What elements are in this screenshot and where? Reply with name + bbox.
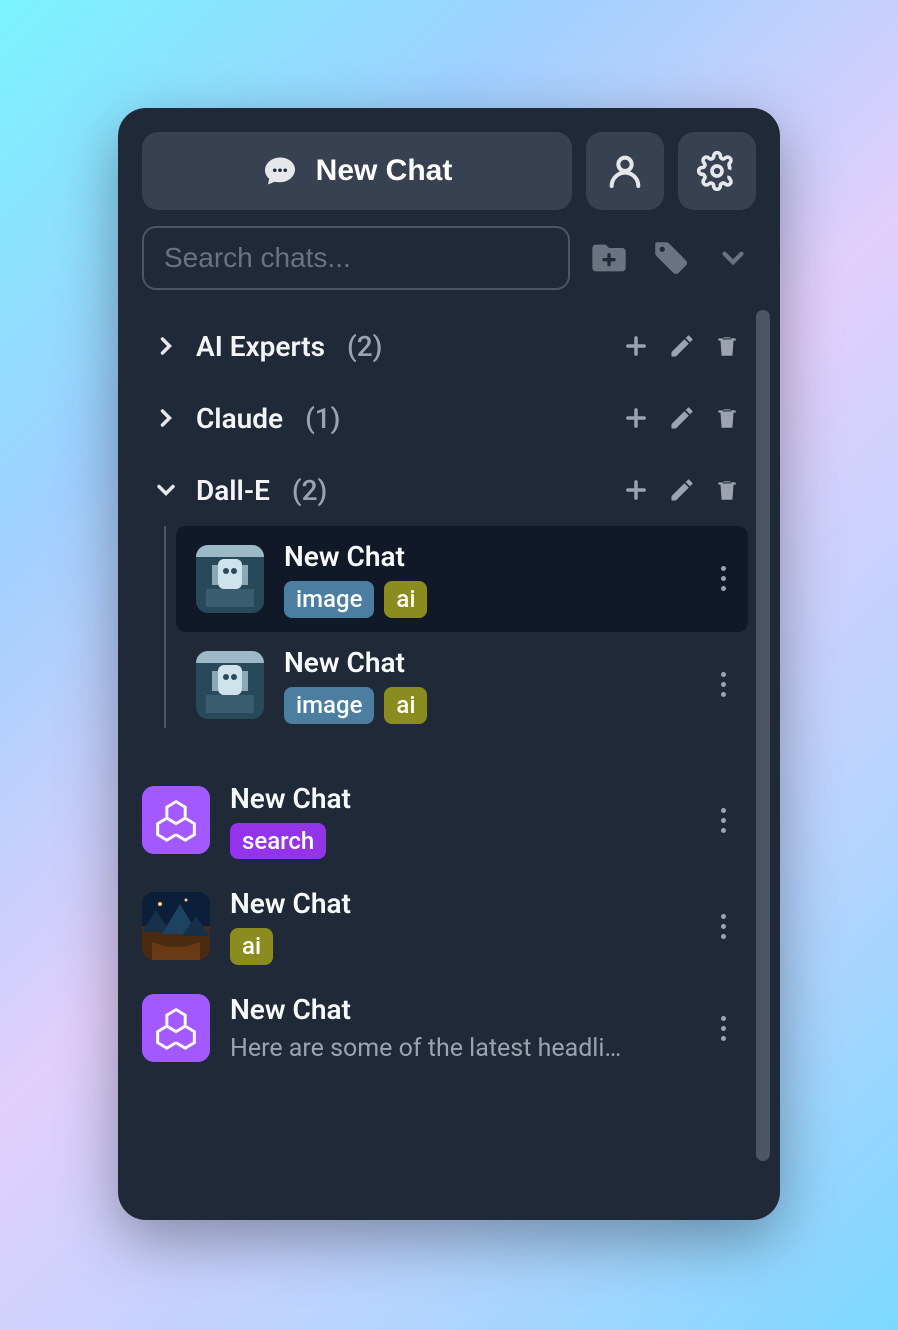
folder-edit-button[interactable] (668, 332, 696, 360)
fantasy-art-icon (142, 892, 210, 960)
chevron-right-icon (152, 332, 180, 360)
scrollbar[interactable] (756, 310, 770, 1196)
chat-text: New Chat ai (230, 887, 691, 965)
folder-delete-button[interactable] (714, 404, 740, 432)
folder-count: (2) (292, 474, 327, 507)
folder-row[interactable]: Dall-E (2) (142, 454, 748, 526)
folder-count: (1) (305, 402, 340, 435)
search-input[interactable] (142, 226, 570, 290)
pencil-icon (668, 332, 696, 360)
avatar-fantasy (142, 892, 210, 960)
folder-plus-icon (586, 238, 632, 278)
expand-toggle[interactable] (710, 235, 756, 281)
chat-tags: search (230, 823, 691, 860)
chat-item[interactable]: New Chat search (142, 768, 748, 874)
plus-icon (622, 332, 650, 360)
folder-edit-button[interactable] (668, 476, 696, 504)
folder-delete-button[interactable] (714, 332, 740, 360)
chat-item[interactable]: New Chat Here are some of the latest head… (142, 979, 748, 1077)
chat-list: AI Experts (2) Claude (1) Dall-E (2) New… (142, 310, 770, 1196)
folder-actions (622, 476, 740, 504)
tree-line (164, 526, 166, 728)
robot-art-icon (196, 651, 264, 719)
folder-name: Dall-E (196, 474, 270, 507)
chat-more-button[interactable] (711, 556, 736, 601)
chat-item[interactable]: New Chat ai (142, 873, 748, 979)
chat-tag: image (284, 581, 374, 618)
folder-name: Claude (196, 402, 283, 435)
folder-add-button[interactable] (622, 332, 650, 360)
avatar-openai (142, 994, 210, 1062)
chevron-down-icon (716, 241, 750, 275)
scrollbar-thumb[interactable] (756, 310, 770, 1161)
chat-text: New Chat imageai (284, 646, 691, 724)
chat-title: New Chat (284, 540, 691, 573)
chat-tag: ai (230, 928, 273, 965)
chat-text: New Chat imageai (284, 540, 691, 618)
chat-text: New Chat Here are some of the latest head… (230, 993, 691, 1063)
chat-title: New Chat (230, 993, 691, 1026)
folder-delete-button[interactable] (714, 476, 740, 504)
chevron-down-icon (152, 476, 180, 504)
folder-row[interactable]: AI Experts (2) (142, 310, 748, 382)
pencil-icon (668, 476, 696, 504)
chat-tag: ai (384, 581, 427, 618)
chat-tags: imageai (284, 581, 691, 618)
folder-edit-button[interactable] (668, 404, 696, 432)
folder-add-button[interactable] (622, 404, 650, 432)
folder-actions (622, 404, 740, 432)
new-chat-button[interactable]: New Chat (142, 132, 572, 210)
settings-button[interactable] (678, 132, 756, 210)
openai-logo-icon (154, 798, 198, 842)
chat-tag: search (230, 823, 326, 860)
gear-icon (697, 151, 737, 191)
tag-button[interactable] (648, 235, 694, 281)
robot-art-icon (196, 545, 264, 613)
folder-children: New Chatimageai New Chatimageai (164, 526, 748, 738)
folder-name: AI Experts (196, 330, 325, 363)
chat-more-button[interactable] (711, 662, 736, 707)
openai-logo-icon (154, 1006, 198, 1050)
plus-icon (622, 404, 650, 432)
chat-text: New Chat search (230, 782, 691, 860)
chat-tags: imageai (284, 687, 691, 724)
chat-item[interactable]: New Chat imageai (176, 526, 748, 632)
root-chats: New Chat search New Chat ai New Chat Here a… (142, 768, 748, 1078)
user-icon (605, 151, 645, 191)
profile-button[interactable] (586, 132, 664, 210)
chat-item[interactable]: New Chat imageai (176, 632, 748, 738)
avatar-robot (196, 651, 264, 719)
chat-subtitle: Here are some of the latest headli… (230, 1034, 691, 1063)
chat-title: New Chat (230, 782, 691, 815)
folder-actions (622, 332, 740, 360)
chevron-right-icon (152, 404, 180, 432)
trash-icon (714, 476, 740, 504)
trash-icon (714, 332, 740, 360)
folder-row[interactable]: Claude (1) (142, 382, 748, 454)
chat-more-button[interactable] (711, 904, 736, 949)
header-row: New Chat (142, 132, 756, 210)
plus-icon (622, 476, 650, 504)
chat-more-button[interactable] (711, 1006, 736, 1051)
new-folder-button[interactable] (586, 235, 632, 281)
avatar-robot (196, 545, 264, 613)
chat-title: New Chat (230, 887, 691, 920)
folder-add-button[interactable] (622, 476, 650, 504)
trash-icon (714, 404, 740, 432)
new-chat-label: New Chat (316, 154, 453, 188)
chat-tags: ai (230, 928, 691, 965)
chat-title: New Chat (284, 646, 691, 679)
avatar-openai (142, 786, 210, 854)
chat-tag: image (284, 687, 374, 724)
pencil-icon (668, 404, 696, 432)
chat-more-button[interactable] (711, 798, 736, 843)
chat-bubble-icon (262, 153, 298, 189)
sidebar-panel: New Chat AI Experts (2) Cla (118, 108, 780, 1220)
folder-count: (2) (347, 330, 382, 363)
search-row (142, 226, 756, 290)
chat-tag: ai (384, 687, 427, 724)
tag-icon (650, 237, 692, 279)
